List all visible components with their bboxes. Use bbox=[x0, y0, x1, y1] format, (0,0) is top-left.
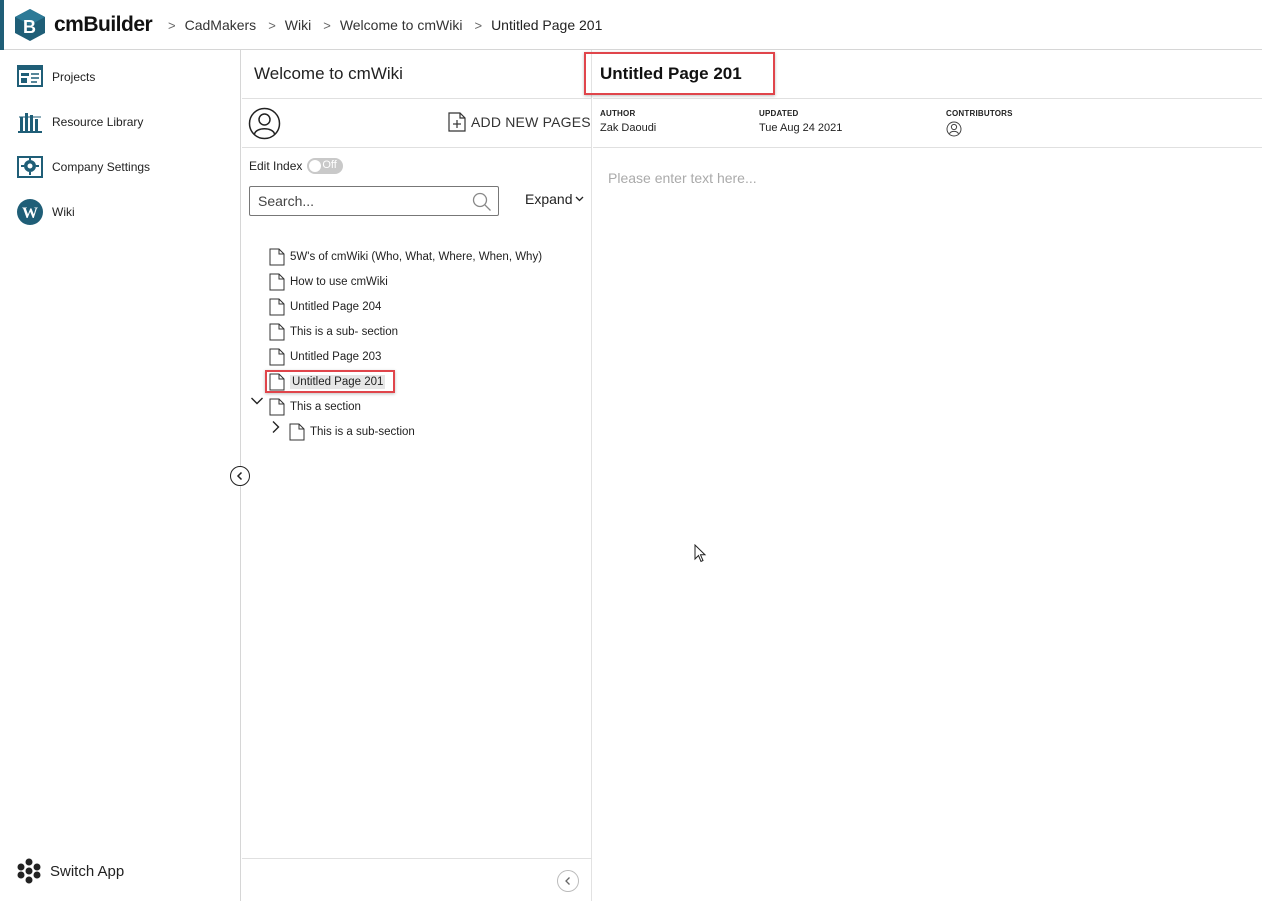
document-icon bbox=[269, 348, 285, 366]
divider bbox=[242, 98, 592, 99]
document-icon bbox=[269, 298, 285, 316]
edit-index-label: Edit Index bbox=[249, 159, 303, 173]
wiki-icon: W bbox=[16, 198, 44, 226]
document-icon bbox=[269, 273, 285, 291]
top-bar-accent bbox=[0, 0, 4, 50]
contributor-avatar-icon[interactable] bbox=[946, 121, 962, 137]
cmbuilder-logo-icon[interactable]: B bbox=[14, 8, 46, 42]
nav-item-label: Company Settings bbox=[52, 160, 151, 174]
expand-label: Expand bbox=[525, 191, 573, 207]
chevron-down-icon[interactable] bbox=[250, 394, 264, 408]
nav-item-label: Wiki bbox=[52, 205, 75, 219]
tree-item[interactable]: Untitled Page 203 bbox=[269, 346, 381, 368]
chevron-down-icon bbox=[576, 196, 584, 202]
switch-app-icon bbox=[17, 858, 41, 884]
expand-dropdown[interactable]: Expand bbox=[525, 191, 584, 207]
page-content-pane: Untitled Page 201 AUTHOR Zak Daoudi UPDA… bbox=[584, 50, 1262, 901]
collapse-index-button[interactable] bbox=[557, 870, 579, 892]
top-bar: B cmBuilder > CadMakers > Wiki > Welcome… bbox=[0, 0, 1262, 50]
add-new-pages-label: ADD NEW PAGES bbox=[471, 114, 591, 130]
tree-item[interactable]: Untitled Page 204 bbox=[269, 296, 381, 318]
nav-item-wiki[interactable]: W Wiki bbox=[16, 197, 75, 227]
document-icon bbox=[289, 423, 305, 441]
page-title[interactable]: Untitled Page 201 bbox=[600, 64, 742, 84]
author-name: Zak Daoudi bbox=[600, 122, 657, 134]
divider bbox=[242, 858, 592, 859]
document-icon bbox=[269, 248, 285, 266]
document-icon bbox=[269, 398, 285, 416]
tree-item-label: Untitled Page 204 bbox=[290, 301, 382, 313]
tree-item[interactable]: This is a sub- section bbox=[269, 321, 398, 343]
tree-item-label: This is a sub- section bbox=[290, 326, 399, 338]
divider bbox=[593, 147, 1262, 148]
divider bbox=[593, 98, 1262, 99]
chevron-right-icon: > bbox=[474, 17, 483, 33]
edit-index-toggle[interactable]: Off bbox=[307, 158, 344, 174]
brand-name[interactable]: cmBuilder bbox=[54, 13, 153, 37]
author-heading: AUTHOR bbox=[600, 109, 636, 118]
chevron-right-icon: > bbox=[323, 17, 331, 33]
add-page-icon bbox=[448, 112, 466, 132]
nav-item-company-settings[interactable]: Company Settings bbox=[16, 152, 150, 182]
document-icon bbox=[269, 373, 285, 391]
toggle-state-label: Off bbox=[322, 159, 337, 171]
nav-item-label: Projects bbox=[52, 70, 96, 84]
chevron-left-icon bbox=[565, 877, 570, 885]
toggle-knob bbox=[309, 160, 322, 172]
contributors-meta: CONTRIBUTORS bbox=[946, 109, 1013, 142]
updated-date: Tue Aug 24 2021 bbox=[759, 122, 843, 134]
company-settings-icon bbox=[16, 153, 44, 181]
breadcrumb: > CadMakers > Wiki > Welcome to cmWiki >… bbox=[168, 17, 614, 33]
user-avatar-icon[interactable] bbox=[248, 107, 281, 140]
tree-item-label: This is a sub-section bbox=[310, 426, 415, 438]
tree-item-selected[interactable]: Untitled Page 201 bbox=[269, 371, 386, 393]
projects-icon bbox=[16, 63, 44, 91]
breadcrumb-welcome[interactable]: Welcome to cmWiki bbox=[340, 17, 463, 33]
updated-meta: UPDATED Tue Aug 24 2021 bbox=[759, 109, 842, 134]
tree-item[interactable]: This a section bbox=[269, 396, 361, 418]
svg-text:W: W bbox=[22, 205, 38, 222]
breadcrumb-wiki[interactable]: Wiki bbox=[285, 17, 311, 33]
tree-item[interactable]: How to use cmWiki bbox=[269, 271, 388, 293]
tree-item-label: Untitled Page 201 bbox=[290, 375, 386, 389]
tree-item[interactable]: This is a sub-section bbox=[289, 421, 415, 443]
nav-item-resource-library[interactable]: Resource Library bbox=[16, 107, 143, 137]
wiki-title: Welcome to cmWiki bbox=[254, 64, 403, 83]
updated-heading: UPDATED bbox=[759, 109, 799, 118]
author-meta: AUTHOR Zak Daoudi bbox=[600, 109, 656, 134]
breadcrumb-current-page: Untitled Page 201 bbox=[491, 17, 603, 33]
search-box bbox=[249, 186, 499, 216]
nav-item-label: Resource Library bbox=[52, 115, 144, 129]
contributors-heading: CONTRIBUTORS bbox=[946, 109, 1013, 118]
svg-text:B: B bbox=[23, 17, 36, 37]
add-new-pages-button[interactable]: ADD NEW PAGES bbox=[448, 112, 591, 132]
tree-item-label: How to use cmWiki bbox=[290, 276, 388, 288]
search-icon[interactable] bbox=[472, 192, 492, 212]
nav-item-projects[interactable]: Projects bbox=[16, 62, 95, 92]
tree-item-label: This a section bbox=[290, 401, 361, 413]
document-icon bbox=[269, 323, 285, 341]
chevron-right-icon: > bbox=[268, 17, 276, 33]
search-input[interactable] bbox=[250, 187, 460, 215]
tree-item[interactable]: 5W's of cmWiki (Who, What, Where, When, … bbox=[269, 246, 542, 268]
resource-library-icon bbox=[16, 108, 44, 136]
chevron-right-icon: > bbox=[168, 17, 176, 33]
left-navigation: Projects Resource Library Company Settin… bbox=[0, 50, 241, 901]
divider bbox=[242, 147, 592, 148]
page-editor[interactable]: Please enter text here... bbox=[608, 170, 1228, 190]
wiki-index-pane: Welcome to cmWiki ADD NEW PAGES Edit Ind… bbox=[242, 50, 592, 901]
breadcrumb-cadmakers[interactable]: CadMakers bbox=[185, 17, 257, 33]
switch-app-button[interactable]: Switch App bbox=[16, 858, 124, 884]
edit-index-control: Edit Index Off bbox=[249, 158, 344, 174]
chevron-right-icon[interactable] bbox=[269, 420, 283, 434]
tree-item-label: 5W's of cmWiki (Who, What, Where, When, … bbox=[290, 251, 543, 263]
switch-app-label: Switch App bbox=[50, 862, 125, 880]
tree-item-label: Untitled Page 203 bbox=[290, 351, 382, 363]
